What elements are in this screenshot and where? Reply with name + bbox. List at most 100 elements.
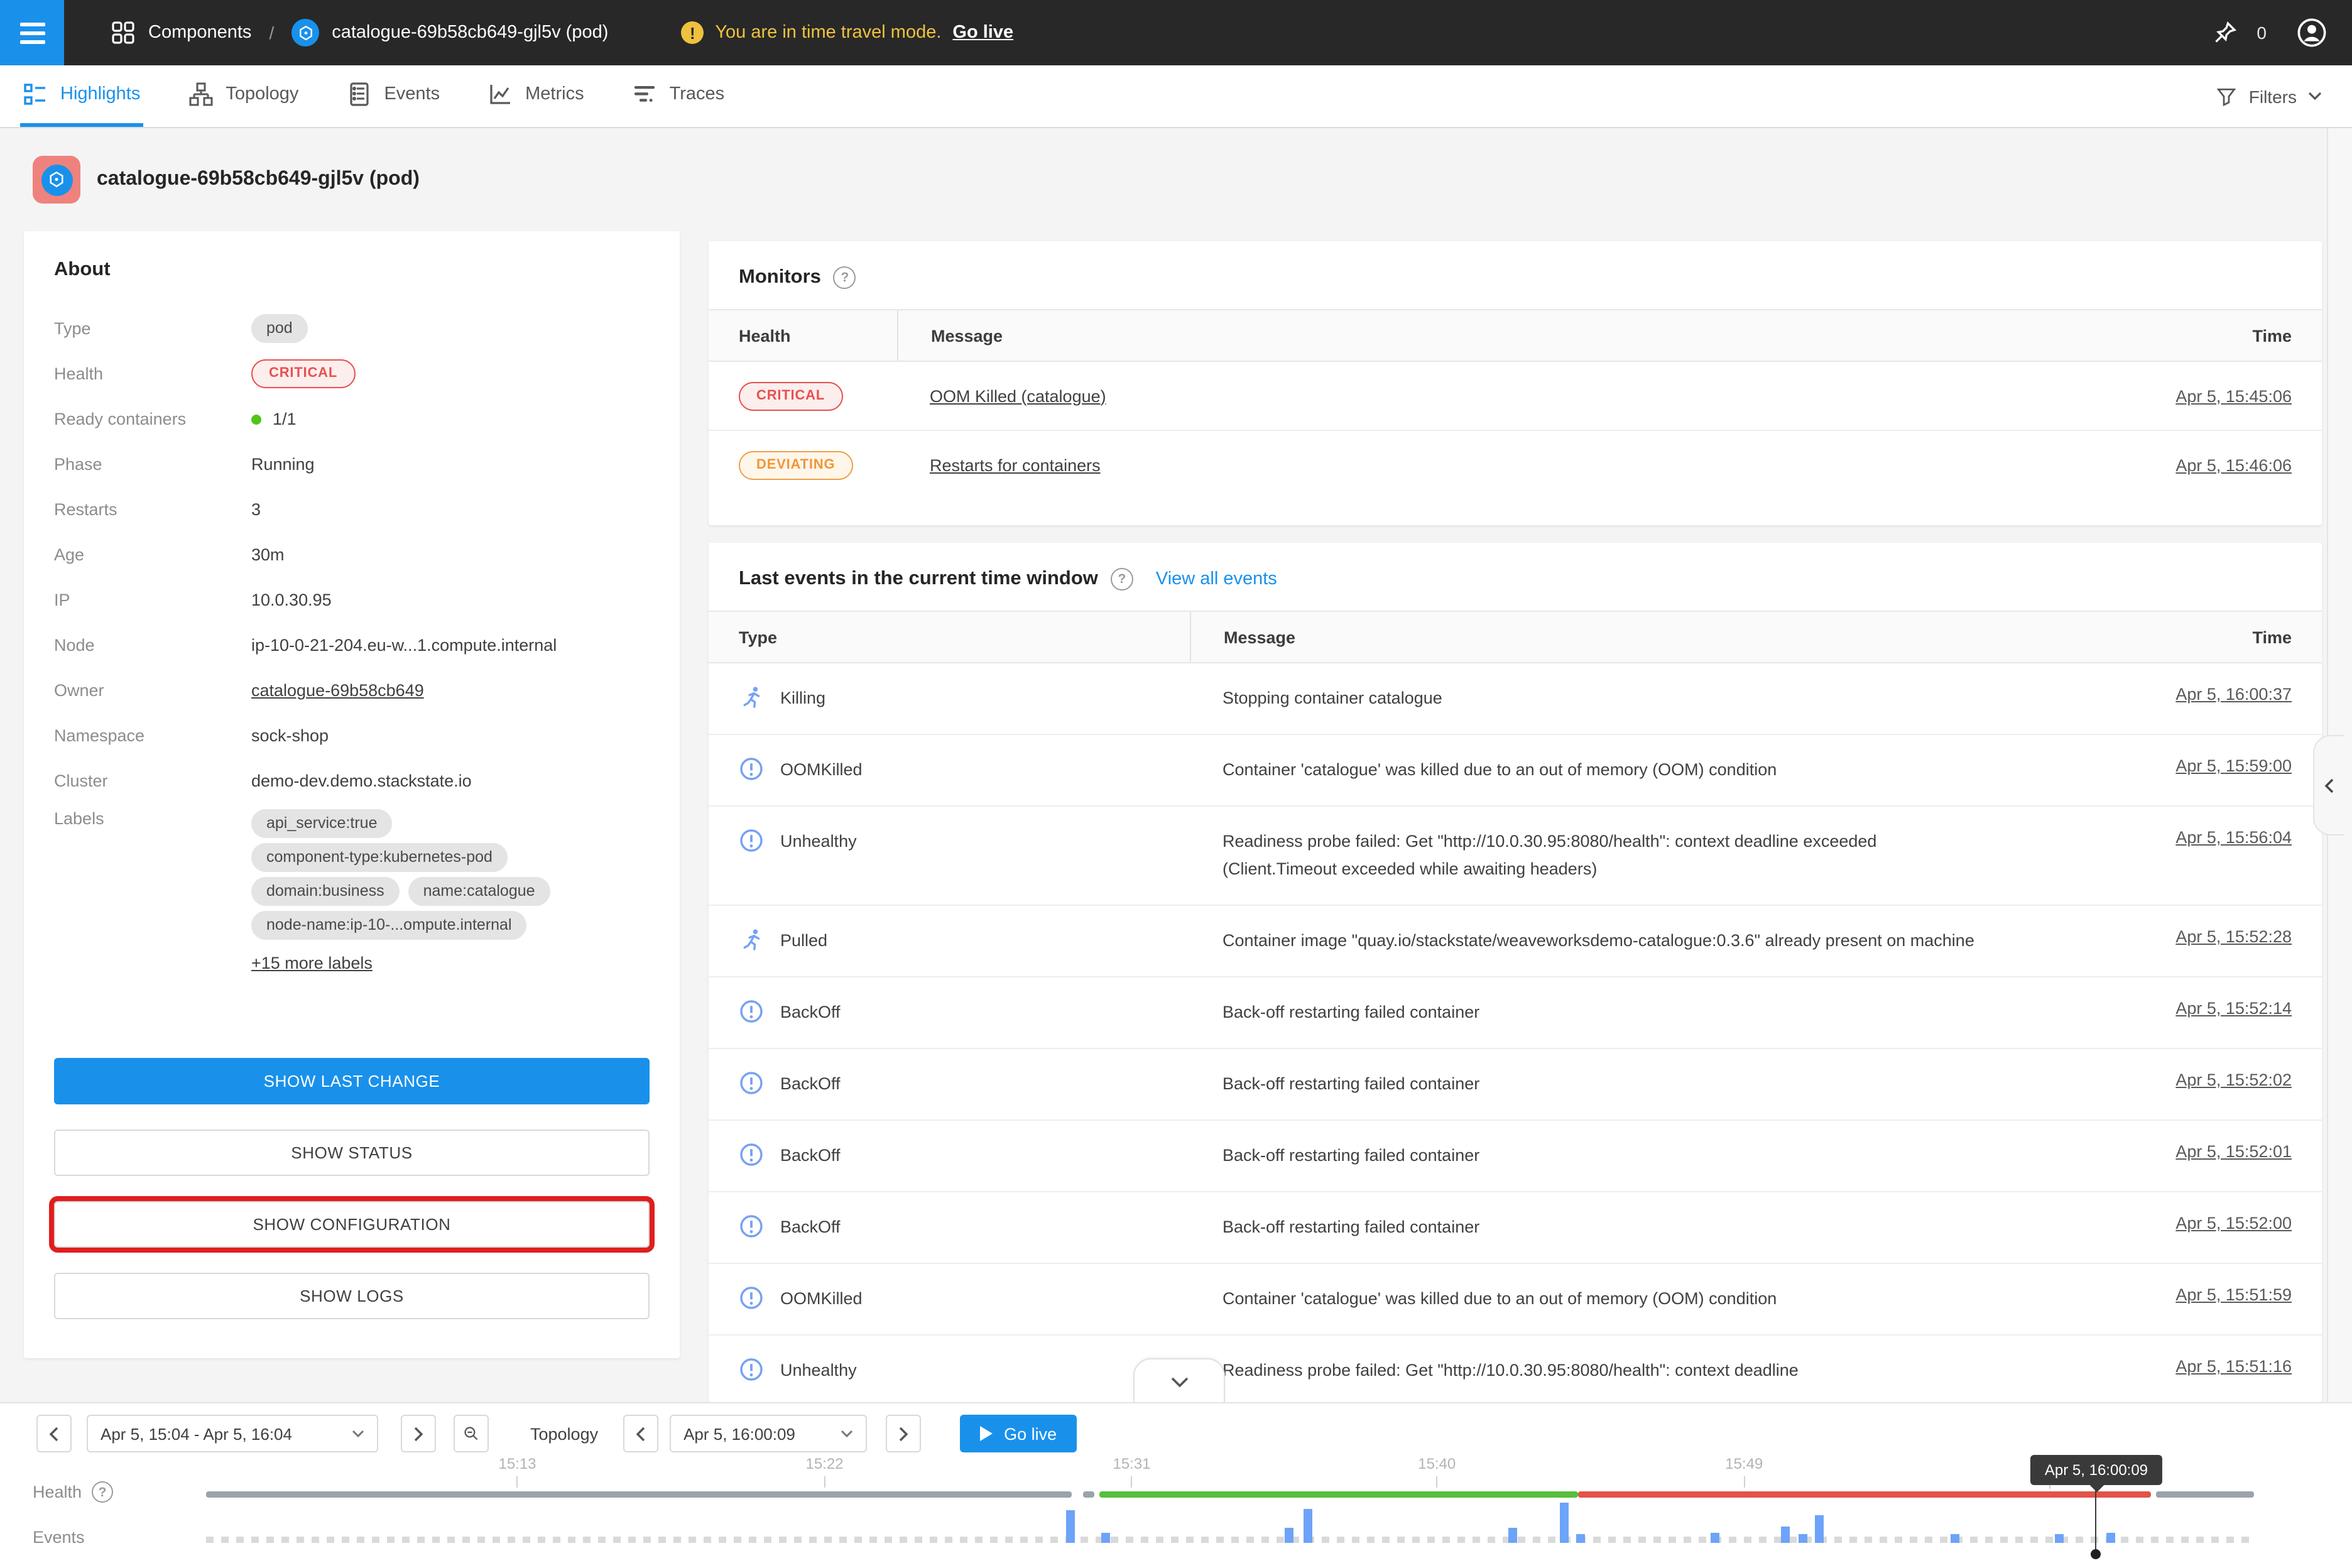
alert-circle-icon bbox=[739, 999, 764, 1024]
tab-events[interactable]: Events bbox=[344, 65, 442, 127]
warning-text: You are in time travel mode. bbox=[715, 23, 941, 43]
event-time-link[interactable]: Apr 5, 15:52:02 bbox=[2175, 1070, 2292, 1089]
range-prev-button[interactable] bbox=[36, 1415, 72, 1452]
warning-icon: ! bbox=[681, 21, 704, 44]
about-row: Ready containers1/1 bbox=[54, 402, 650, 436]
help-icon[interactable]: ? bbox=[1111, 568, 1133, 591]
about-row-label: IP bbox=[54, 591, 251, 609]
time-travel-bar: Apr 5, 15:04 - Apr 5, 16:04 Topology Apr… bbox=[0, 1402, 2352, 1568]
timeline-tick: 15:13 bbox=[498, 1455, 536, 1488]
about-row-label: Phase bbox=[54, 455, 251, 474]
event-time-link[interactable]: Apr 5, 15:51:59 bbox=[2175, 1285, 2292, 1304]
help-icon[interactable]: ? bbox=[92, 1481, 113, 1503]
timeline-tick: 15:49 bbox=[1725, 1455, 1763, 1488]
event-type: Unhealthy bbox=[780, 1360, 857, 1379]
event-bar bbox=[1559, 1503, 1568, 1543]
monitors-card: Monitors ? Health Message Time CRITICALO… bbox=[709, 241, 2322, 525]
components-grid-icon bbox=[111, 20, 136, 45]
label-chip: component-type:kubernetes-pod bbox=[251, 843, 508, 872]
event-row: BackOffBack-off restarting failed contai… bbox=[709, 1048, 2322, 1119]
app-root: Components / catalogue-69b58cb649-gjl5v … bbox=[0, 0, 2352, 1568]
monitor-time-link[interactable]: Apr 5, 15:46:06 bbox=[2175, 455, 2292, 474]
view-all-events-link[interactable]: View all events bbox=[1156, 569, 1277, 589]
event-row: KillingStopping container catalogueApr 5… bbox=[709, 663, 2322, 734]
label-chip: name:catalogue bbox=[408, 877, 550, 906]
pod-badge-icon bbox=[291, 19, 319, 46]
tab-metrics[interactable]: Metrics bbox=[485, 65, 586, 127]
user-avatar-icon[interactable] bbox=[2297, 18, 2327, 48]
breadcrumb-components-link[interactable]: Components bbox=[148, 23, 251, 43]
monitor-time-link[interactable]: Apr 5, 15:45:06 bbox=[2175, 386, 2292, 405]
tab-label: Events bbox=[384, 84, 440, 104]
event-message: Stopping container catalogue bbox=[1222, 685, 1976, 712]
expand-events-button[interactable] bbox=[1133, 1358, 1225, 1403]
about-row: Age30m bbox=[54, 538, 650, 572]
monitor-message-link[interactable]: OOM Killed (catalogue) bbox=[930, 386, 1106, 405]
tab-label: Topology bbox=[226, 84, 298, 104]
event-bar bbox=[1285, 1528, 1294, 1543]
event-bar bbox=[1066, 1510, 1075, 1543]
about-heading: About bbox=[54, 259, 650, 281]
about-row-label: Owner bbox=[54, 681, 251, 700]
traces-icon bbox=[632, 82, 657, 107]
event-bar bbox=[1816, 1515, 1824, 1543]
monitor-row: DEVIATINGRestarts for containersApr 5, 1… bbox=[709, 430, 2322, 499]
tab-label: Metrics bbox=[525, 84, 584, 104]
show-last-change-button[interactable]: SHOW LAST CHANGE bbox=[54, 1058, 650, 1104]
pin-icon[interactable] bbox=[2211, 19, 2239, 46]
show-status-button[interactable]: SHOW STATUS bbox=[54, 1130, 650, 1176]
expand-right-panel-button[interactable] bbox=[2313, 735, 2344, 836]
about-row-value: demo-dev.demo.stackstate.io bbox=[251, 771, 650, 790]
current-time-marker[interactable] bbox=[2096, 1489, 2097, 1554]
about-row-value: ip-10-0-21-204.eu-w...1.compute.internal bbox=[251, 636, 650, 655]
timeline-plot[interactable]: 15:1315:2215:3115:4015:49Apr 5, 16:00:09 bbox=[206, 1403, 2254, 1568]
ready-dot-icon bbox=[251, 415, 261, 425]
monitor-message-link[interactable]: Restarts for containers bbox=[930, 455, 1101, 474]
current-time-marker-dot[interactable] bbox=[2091, 1549, 2101, 1559]
show-configuration-button[interactable]: SHOW CONFIGURATION bbox=[54, 1201, 650, 1248]
health-pill: CRITICAL bbox=[739, 381, 842, 410]
event-time-link[interactable]: Apr 5, 15:52:14 bbox=[2175, 999, 2292, 1018]
about-row-value[interactable]: catalogue-69b58cb649 bbox=[251, 681, 650, 700]
go-live-link[interactable]: Go live bbox=[952, 23, 1013, 43]
event-time-link[interactable]: Apr 5, 16:00:37 bbox=[2175, 685, 2292, 704]
alert-circle-icon bbox=[739, 756, 764, 781]
event-row: UnhealthyReadiness probe failed: Get "ht… bbox=[709, 1334, 2322, 1402]
event-time-link[interactable]: Apr 5, 15:52:00 bbox=[2175, 1214, 2292, 1233]
tab-highlights[interactable]: Highlights bbox=[20, 65, 143, 127]
event-time-link[interactable]: Apr 5, 15:59:00 bbox=[2175, 756, 2292, 775]
show-logs-button[interactable]: SHOW LOGS bbox=[54, 1273, 650, 1319]
current-time-tooltip: Apr 5, 16:00:09 bbox=[2031, 1455, 2162, 1485]
event-message: Back-off restarting failed container bbox=[1222, 1070, 1976, 1098]
more-labels-link[interactable]: +15 more labels bbox=[251, 954, 373, 972]
owner-link[interactable]: catalogue-69b58cb649 bbox=[251, 681, 424, 700]
event-message: Container 'catalogue' was killed due to … bbox=[1222, 1285, 1976, 1313]
about-row-value: 3 bbox=[251, 500, 650, 519]
hamburger-menu-button[interactable] bbox=[0, 0, 64, 65]
about-row-label: Restarts bbox=[54, 500, 251, 519]
event-time-link[interactable]: Apr 5, 15:52:28 bbox=[2175, 927, 2292, 946]
about-row: Clusterdemo-dev.demo.stackstate.io bbox=[54, 764, 650, 798]
events-heading: Last events in the current time window bbox=[739, 568, 1098, 591]
event-message: Back-off restarting failed container bbox=[1222, 1142, 1976, 1170]
event-time-link[interactable]: Apr 5, 15:51:16 bbox=[2175, 1357, 2292, 1376]
health-segment-red bbox=[1578, 1491, 2152, 1498]
filters-button[interactable]: Filters bbox=[2215, 65, 2322, 127]
event-type: Unhealthy bbox=[780, 831, 857, 850]
chevron-down-icon bbox=[2308, 92, 2322, 101]
breadcrumb-entity-link[interactable]: catalogue-69b58cb649-gjl5v (pod) bbox=[332, 23, 608, 43]
alert-circle-icon bbox=[739, 1285, 764, 1310]
health-segment-gray bbox=[206, 1491, 1072, 1498]
tab-label: Traces bbox=[670, 84, 725, 104]
event-bar bbox=[1780, 1527, 1789, 1543]
label-chip: node-name:ip-10-...ompute.internal bbox=[251, 911, 527, 940]
event-time-link[interactable]: Apr 5, 15:56:04 bbox=[2175, 828, 2292, 847]
runner-icon bbox=[739, 685, 764, 710]
about-row-label: Cluster bbox=[54, 771, 251, 790]
tab-traces[interactable]: Traces bbox=[629, 65, 727, 127]
timeline-tick: 15:22 bbox=[805, 1455, 843, 1488]
tab-topology[interactable]: Topology bbox=[185, 65, 301, 127]
event-time-link[interactable]: Apr 5, 15:52:01 bbox=[2175, 1142, 2292, 1161]
help-icon[interactable]: ? bbox=[834, 266, 856, 289]
health-track-label: Health ? bbox=[33, 1481, 113, 1503]
